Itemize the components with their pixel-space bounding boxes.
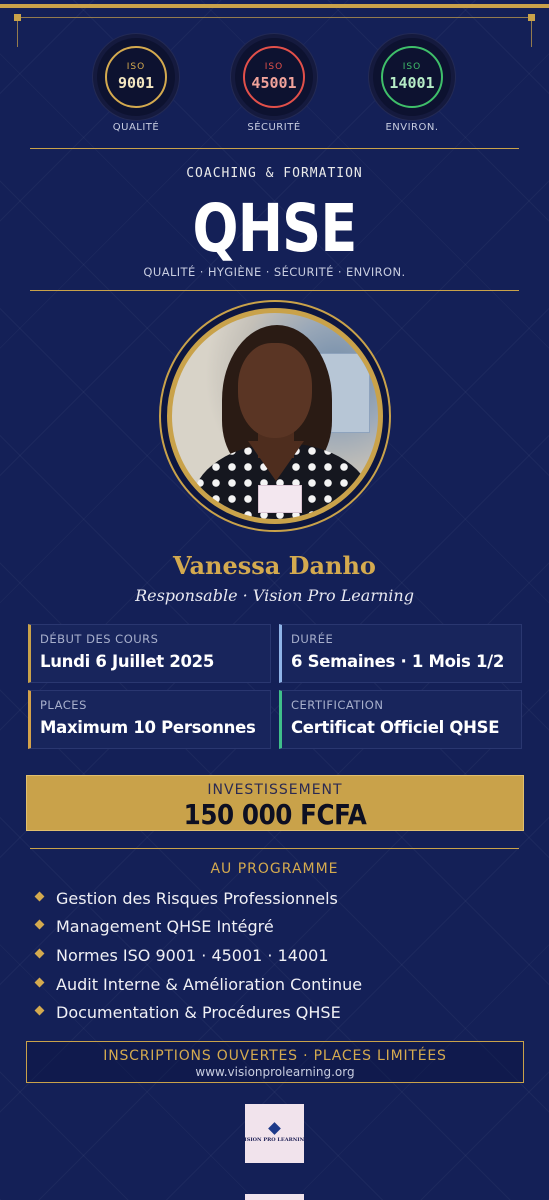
- card-value: Certificat Officiel QHSE: [291, 718, 500, 737]
- card-label: DÉBUT DES COURS: [40, 632, 159, 646]
- frame-top-line: [17, 17, 532, 18]
- badge-ring: ISO 9001: [93, 34, 179, 120]
- logo-mark-icon: [268, 1122, 281, 1135]
- badge-prefix: ISO: [402, 62, 422, 72]
- badge-caption: ENVIRON.: [385, 122, 439, 133]
- page-title: QHSE: [192, 190, 358, 267]
- photo-face: [238, 343, 312, 438]
- corner-ornament: [14, 14, 21, 21]
- flyer: ISO 9001 QUALITÉ ISO 45001 SÉCURITÉ ISO …: [0, 0, 549, 1200]
- badge-number: 45001: [251, 74, 297, 92]
- photo-logo-icon: [258, 485, 302, 513]
- diamond-bullet-icon: [34, 919, 45, 930]
- info-card-places: PLACES Maximum 10 Personnes: [28, 690, 271, 749]
- iso-badge-45001: ISO 45001 SÉCURITÉ: [229, 34, 319, 133]
- program-item-text: Management QHSE Intégré: [56, 917, 274, 937]
- list-item: Gestion des Risques Professionnels: [34, 884, 362, 913]
- diamond-bullet-icon: [34, 948, 45, 959]
- badge-inner: ISO 14001: [381, 46, 443, 108]
- divider: [30, 290, 519, 291]
- divider: [30, 148, 519, 149]
- info-card-duration: DURÉE 6 Semaines · 1 Mois 1/2: [279, 624, 522, 683]
- trainer-role: Responsable · Vision Pro Learning: [135, 586, 414, 605]
- badge-inner: ISO 9001: [105, 46, 167, 108]
- program-item-text: Audit Interne & Amélioration Continue: [56, 974, 363, 994]
- iso-badge-9001: ISO 9001 QUALITÉ: [91, 34, 181, 133]
- logo-brand-text: VISION PRO LEARNING: [240, 1137, 309, 1143]
- badge-prefix: ISO: [264, 62, 284, 72]
- info-card-start: DÉBUT DES COURS Lundi 6 Juillet 2025: [28, 624, 271, 683]
- list-item: Normes ISO 9001 · 45001 · 14001: [34, 941, 362, 970]
- trainer-name: Vanessa Danho: [173, 551, 376, 580]
- badge-ring: ISO 45001: [231, 34, 317, 120]
- price-label: INVESTISSEMENT: [207, 782, 343, 798]
- trainer-portrait-frame: [159, 300, 391, 532]
- card-value: Maximum 10 Personnes: [40, 718, 256, 737]
- website-link[interactable]: www.visionprolearning.org: [27, 1065, 523, 1079]
- trainer-photo: [167, 308, 383, 524]
- list-item: Documentation & Procédures QHSE: [34, 998, 362, 1027]
- badge-number: 9001: [117, 74, 155, 92]
- program-item-text: Normes ISO 9001 · 45001 · 14001: [56, 945, 329, 965]
- diamond-bullet-icon: [34, 891, 45, 902]
- price-value: 150 000 FCFA: [183, 798, 367, 831]
- program-item-text: Documentation & Procédures QHSE: [56, 1003, 341, 1023]
- divider: [30, 848, 519, 849]
- badge-prefix: ISO: [126, 62, 146, 72]
- title-tagline: QUALITÉ · HYGIÈNE · SÉCURITÉ · ENVIRON.: [143, 265, 406, 279]
- badge-number: 14001: [389, 74, 435, 92]
- registration-banner: INSCRIPTIONS OUVERTES · PLACES LIMITÉES …: [26, 1041, 524, 1083]
- card-label: DURÉE: [291, 632, 334, 646]
- diamond-bullet-icon: [34, 1005, 45, 1016]
- card-label: PLACES: [40, 698, 87, 712]
- card-value: 6 Semaines · 1 Mois 1/2: [291, 652, 505, 671]
- diamond-bullet-icon: [34, 977, 45, 988]
- kicker-text: COACHING & FORMATION: [186, 166, 363, 181]
- list-item: Management QHSE Intégré: [34, 913, 362, 942]
- registration-headline: INSCRIPTIONS OUVERTES · PLACES LIMITÉES: [103, 1048, 447, 1064]
- badge-caption: QUALITÉ: [112, 122, 160, 133]
- iso-badges: ISO 9001 QUALITÉ ISO 45001 SÉCURITÉ ISO …: [0, 34, 549, 144]
- price-box: INVESTISSEMENT 150 000 FCFA: [26, 775, 524, 831]
- badge-inner: ISO 45001: [243, 46, 305, 108]
- vision-pro-learning-logo: VISION PRO LEARNING: [241, 1104, 308, 1163]
- badge-caption: SÉCURITÉ: [247, 122, 301, 133]
- iso-badge-14001: ISO 14001 ENVIRON.: [367, 34, 457, 133]
- badge-ring: ISO 14001: [369, 34, 455, 120]
- info-card-certification: CERTIFICATION Certificat Officiel QHSE: [279, 690, 522, 749]
- program-list: Gestion des Risques Professionnels Manag…: [34, 884, 362, 1027]
- card-value: Lundi 6 Juillet 2025: [40, 652, 215, 671]
- corner-ornament: [528, 14, 535, 21]
- top-border: [0, 4, 549, 8]
- logo-partial: [245, 1194, 304, 1200]
- program-item-text: Gestion des Risques Professionnels: [56, 888, 338, 908]
- program-title: AU PROGRAMME: [210, 861, 339, 877]
- card-label: CERTIFICATION: [291, 698, 384, 712]
- list-item: Audit Interne & Amélioration Continue: [34, 970, 362, 999]
